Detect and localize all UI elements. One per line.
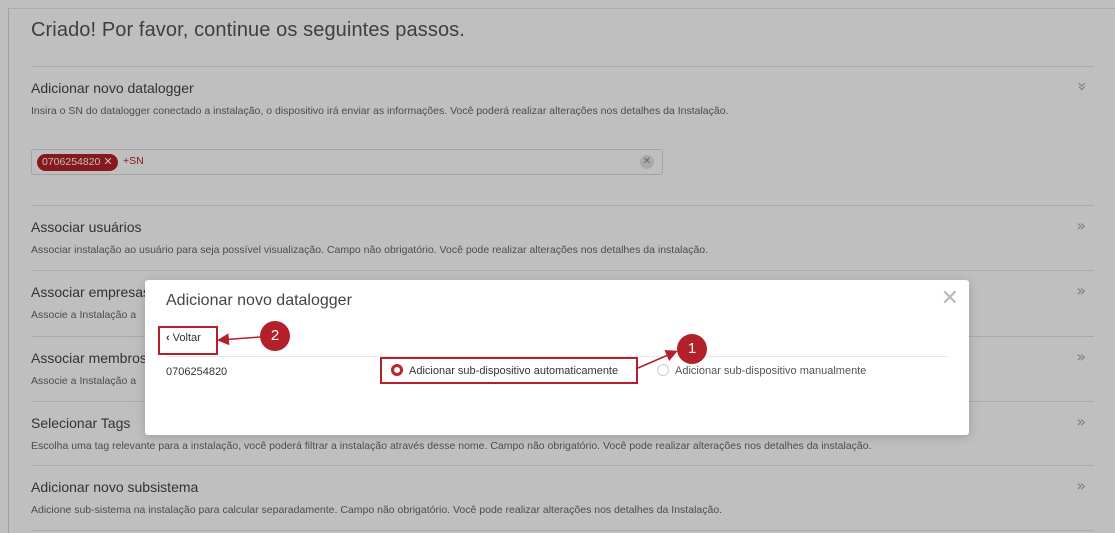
datalogger-sn: 0706254820 (166, 366, 228, 378)
expand-icon[interactable]: » (1076, 216, 1086, 235)
step-description: Associe a Instalação a (31, 309, 137, 321)
modal-title: Adicionar novo datalogger (166, 292, 352, 309)
step-add-datalogger: Adicionar novo datalogger Insira o SN do… (31, 66, 1094, 206)
annotation-badge-2: 2 (260, 321, 290, 351)
step-description: Associe a Instalação a (31, 375, 137, 387)
expand-icon[interactable]: » (1076, 281, 1086, 300)
step-title[interactable]: Associar empresas (31, 284, 150, 300)
radio-label: Adicionar sub-dispositivo automaticament… (409, 365, 619, 377)
setup-steps-page: Criado! Por favor, continue os seguintes… (9, 9, 1115, 533)
expand-icon[interactable]: » (1076, 412, 1086, 431)
clear-icon[interactable]: ✕ (640, 155, 654, 169)
step-description: Escolha uma tag relevante para a instala… (31, 440, 872, 452)
collapse-icon[interactable]: « (1072, 82, 1091, 92)
step-add-subsystem: Adicionar novo subsistema Adicione sub-s… (31, 465, 1094, 531)
radio-unselected-icon (657, 364, 669, 376)
step-title[interactable]: Selecionar Tags (31, 415, 130, 431)
step-title[interactable]: Adicionar novo subsistema (31, 479, 198, 495)
divider (166, 356, 948, 357)
expand-icon[interactable]: » (1076, 476, 1086, 495)
chevron-left-icon: ‹ (166, 332, 170, 344)
back-label: Voltar (172, 332, 201, 344)
step-description: Insira o SN do datalogger conectado a in… (31, 105, 729, 117)
expand-icon[interactable]: » (1076, 347, 1086, 366)
sn-tag: 0706254820 ✕ (37, 154, 118, 171)
radio-selected-icon (391, 364, 403, 376)
annotation-badge-1: 1 (677, 334, 707, 364)
add-datalogger-modal: Adicionar novo datalogger ✕ ‹ Voltar 0706… (145, 280, 969, 435)
close-icon[interactable]: ✕ (941, 288, 959, 310)
radio-manual-subdevice[interactable]: Adicionar sub-dispositivo manualmente (657, 364, 866, 377)
back-button[interactable]: ‹ Voltar (166, 332, 201, 344)
step-title[interactable]: Associar usuários (31, 219, 142, 235)
page-title: Criado! Por favor, continue os seguintes… (31, 19, 465, 41)
step-title[interactable]: Associar membros (31, 350, 147, 366)
step-description: Adicione sub-sistema na instalação para … (31, 504, 723, 516)
add-sn-button[interactable]: +SN (123, 155, 144, 167)
step-associate-users: Associar usuários Associar instalação ao… (31, 205, 1094, 263)
page-frame: Criado! Por favor, continue os seguintes… (8, 8, 1115, 533)
tag-remove-icon[interactable]: ✕ (103, 156, 112, 168)
radio-auto-subdevice[interactable]: Adicionar sub-dispositivo automaticament… (391, 364, 618, 377)
sn-tag-label: 0706254820 (42, 156, 101, 168)
step-title[interactable]: Adicionar novo datalogger (31, 80, 194, 96)
sn-input[interactable]: 0706254820 ✕ +SN ✕ (31, 149, 663, 175)
radio-label: Adicionar sub-dispositivo manualmente (675, 365, 867, 377)
step-description: Associar instalação ao usuário para seja… (31, 244, 709, 256)
